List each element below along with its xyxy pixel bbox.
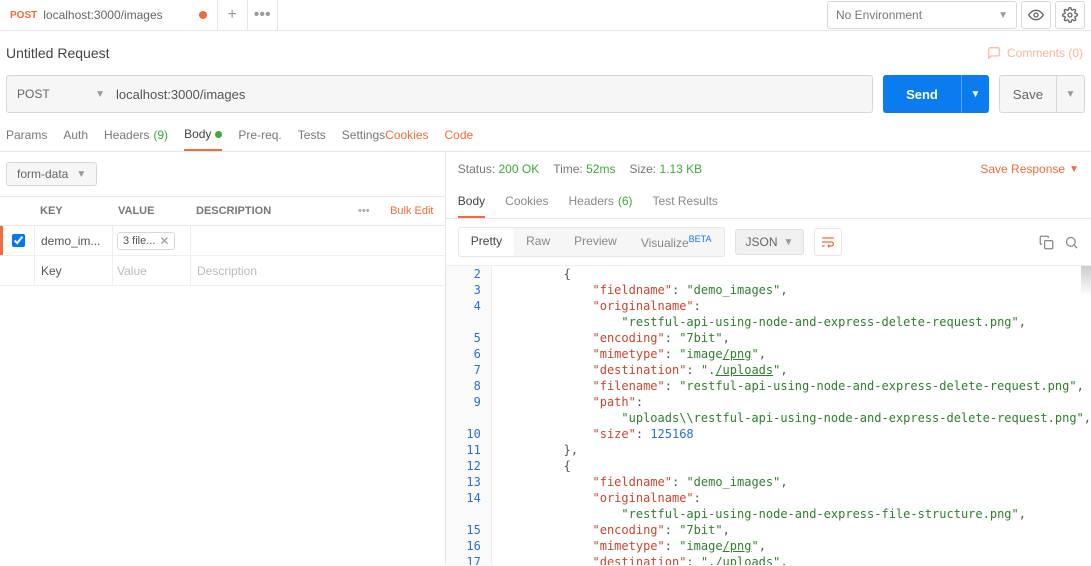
send-button[interactable]: Send <box>883 75 961 113</box>
time-value: 52ms <box>586 162 615 176</box>
body-active-dot-icon <box>215 131 222 138</box>
gear-icon <box>1062 7 1078 23</box>
tab-options-button[interactable]: ••• <box>248 0 278 30</box>
environment-label: No Environment <box>836 8 922 22</box>
format-visualize[interactable]: VisualizeBETA <box>629 228 724 256</box>
environment-select[interactable]: No Environment ▼ <box>827 1 1017 29</box>
response-headers-count: (6) <box>618 194 633 210</box>
tab-headers[interactable]: Headers (9) <box>104 127 168 151</box>
new-tab-button[interactable]: + <box>218 0 248 30</box>
comments-label: Comments (0) <box>1007 46 1083 60</box>
kv-options-button[interactable]: ••• <box>349 205 379 217</box>
tab-prereq[interactable]: Pre-req. <box>238 127 281 151</box>
environment-preview-button[interactable] <box>1021 1 1051 29</box>
chevron-down-icon: ▼ <box>998 10 1008 21</box>
format-pretty[interactable]: Pretty <box>459 228 514 256</box>
remove-file-icon[interactable]: ✕ <box>159 234 169 248</box>
chevron-down-icon: ▼ <box>971 89 981 100</box>
method-select[interactable]: POST ▼ <box>6 75 116 113</box>
wrap-lines-button[interactable] <box>814 228 842 256</box>
format-raw[interactable]: Raw <box>514 228 562 256</box>
kv-row[interactable]: demo_im... 3 file... ✕ <box>0 226 445 256</box>
tab-params[interactable]: Params <box>6 127 47 151</box>
copy-icon <box>1039 235 1054 250</box>
chevron-down-icon: ▼ <box>95 89 105 100</box>
kv-row-value[interactable]: 3 file... ✕ <box>112 226 190 255</box>
headers-count: (9) <box>153 128 168 142</box>
chevron-down-icon: ▼ <box>1069 164 1079 175</box>
wrap-icon <box>820 235 836 249</box>
language-select[interactable]: JSON ▼ <box>735 229 805 255</box>
search-icon <box>1064 235 1079 250</box>
save-response-button[interactable]: Save Response ▼ <box>980 162 1079 176</box>
size-value: 1.13 KB <box>659 162 702 176</box>
request-tab[interactable]: POST localhost:3000/images <box>0 0 218 30</box>
format-preview[interactable]: Preview <box>562 228 629 256</box>
save-options-button[interactable]: ▼ <box>1057 75 1085 113</box>
response-tab-headers[interactable]: Headers (6) <box>569 186 633 218</box>
status-value: 200 OK <box>499 162 540 176</box>
eye-icon <box>1028 7 1044 23</box>
tab-settings[interactable]: Settings <box>342 127 385 151</box>
bulk-edit-button[interactable]: Bulk Edit <box>379 205 445 217</box>
kv-header-value: VALUE <box>112 205 190 217</box>
settings-button[interactable] <box>1055 1 1085 29</box>
copy-response-button[interactable] <box>1039 235 1054 250</box>
method-value: POST <box>17 87 50 101</box>
kv-row-new[interactable]: Key Value Description <box>0 256 445 286</box>
url-input[interactable] <box>106 75 873 113</box>
body-type-select[interactable]: form-data ▼ <box>6 162 97 186</box>
tab-auth[interactable]: Auth <box>63 127 88 151</box>
save-button[interactable]: Save <box>999 75 1057 113</box>
tab-body[interactable]: Body <box>184 127 222 151</box>
tab-title: localhost:3000/images <box>43 8 162 22</box>
code-link[interactable]: Code <box>445 127 474 151</box>
tab-tests[interactable]: Tests <box>298 127 326 151</box>
kv-new-value[interactable]: Value <box>112 256 190 285</box>
response-tab-body[interactable]: Body <box>458 186 485 218</box>
response-tab-test[interactable]: Test Results <box>653 186 718 218</box>
response-body[interactable]: 2 {3 "fieldname": "demo_images",4 "origi… <box>446 265 1091 565</box>
unsaved-dot-icon <box>199 11 207 19</box>
cookies-link[interactable]: Cookies <box>385 127 428 151</box>
response-tab-cookies[interactable]: Cookies <box>505 186 548 218</box>
search-response-button[interactable] <box>1064 235 1079 250</box>
kv-row-checkbox[interactable] <box>12 234 25 247</box>
request-name[interactable]: Untitled Request <box>6 45 110 61</box>
kv-row-key[interactable]: demo_im... <box>34 226 112 255</box>
kv-header-description: DESCRIPTION <box>190 205 349 217</box>
kv-new-key[interactable]: Key <box>34 256 112 285</box>
send-options-button[interactable]: ▼ <box>961 75 989 113</box>
comments-button[interactable]: Comments (0) <box>987 46 1083 60</box>
format-group: Pretty Raw Preview VisualizeBETA <box>458 227 725 257</box>
chevron-down-icon: ▼ <box>784 237 794 248</box>
tab-method-badge: POST <box>10 10 37 21</box>
scrollbar[interactable] <box>1081 266 1091 565</box>
chevron-down-icon: ▼ <box>76 169 86 180</box>
chevron-down-icon: ▼ <box>1066 89 1076 100</box>
kv-new-description[interactable]: Description <box>190 256 445 285</box>
comment-icon <box>987 46 1001 60</box>
kv-row-description[interactable] <box>190 226 445 255</box>
kv-header-key: KEY <box>34 205 112 217</box>
